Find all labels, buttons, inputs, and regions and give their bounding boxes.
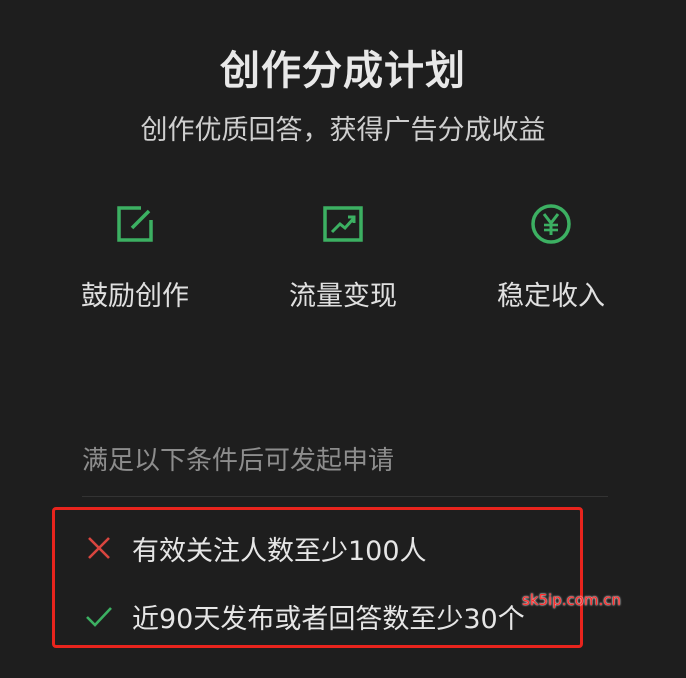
feature-label: 稳定收入 [497,281,605,312]
feature-label: 流量变现 [289,281,397,312]
conditions-header: 满足以下条件后可发起申请 [82,446,395,476]
condition-item-posts: 近90天发布或者回答数至少30个 [84,596,525,636]
condition-text: 有效关注人数至少100人 [132,535,427,567]
condition-item-followers: 有效关注人数至少100人 [84,528,427,568]
condition-text: 近90天发布或者回答数至少30个 [132,603,525,635]
page-subtitle: 创作优质回答，获得广告分成收益 [140,115,546,146]
check-icon [86,607,112,627]
page-title: 创作分成计划 [220,48,466,94]
cross-icon [88,537,110,559]
feature-encourage-creation: 鼓励创作 [60,200,210,313]
feature-label: 鼓励创作 [81,281,189,312]
watermark-text: sk5ip.com.cn [522,591,622,609]
trend-chart-icon [323,206,363,242]
feature-stable-income: 稳定收入 [476,200,626,313]
feature-traffic-monetization: 流量变现 [268,200,418,313]
divider [82,496,608,497]
yen-circle-icon [531,204,571,244]
edit-square-icon [117,206,153,242]
